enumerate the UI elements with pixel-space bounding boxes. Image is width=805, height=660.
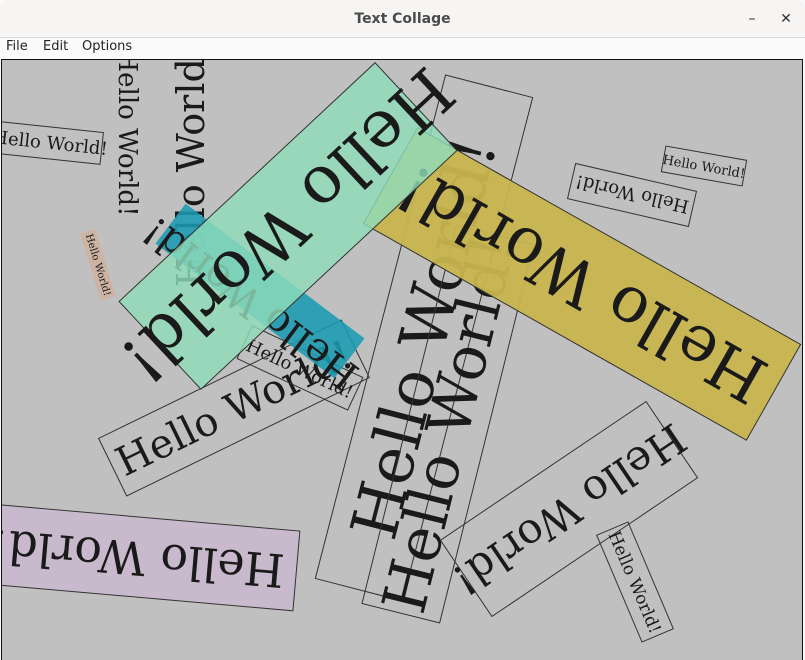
window-title: Text Collage bbox=[354, 11, 451, 27]
collage-drawing: Hello World! Hello World! Hello World! H… bbox=[2, 60, 802, 643]
menu-file[interactable]: File bbox=[6, 39, 28, 54]
text-box: Hello World! bbox=[660, 145, 748, 187]
svg-text:Hello World!: Hello World! bbox=[112, 60, 142, 217]
collage-canvas[interactable]: Hello World! Hello World! Hello World! H… bbox=[1, 59, 803, 660]
text-box: Hello World! bbox=[2, 121, 109, 165]
svg-text:Hello World!: Hello World! bbox=[574, 170, 691, 216]
menu-options[interactable]: Options bbox=[82, 39, 132, 54]
text-box-tan: Hello World! bbox=[80, 229, 116, 301]
text-box: Hello World! bbox=[566, 162, 698, 228]
text-item: Hello World! bbox=[112, 60, 142, 217]
menu-bar: File Edit Options bbox=[0, 38, 805, 59]
title-bar: Text Collage – ✕ bbox=[0, 0, 805, 38]
svg-text:Hello World!: Hello World! bbox=[661, 153, 746, 182]
minimize-button[interactable]: – bbox=[741, 9, 763, 29]
svg-text:Hello World!: Hello World! bbox=[2, 127, 109, 160]
menu-edit[interactable]: Edit bbox=[43, 39, 68, 54]
close-button[interactable]: ✕ bbox=[775, 9, 797, 29]
text-box-purple: Hello World! bbox=[2, 502, 301, 612]
text-box: Hello World! bbox=[596, 521, 674, 643]
svg-text:Hello World!: Hello World! bbox=[604, 528, 665, 636]
